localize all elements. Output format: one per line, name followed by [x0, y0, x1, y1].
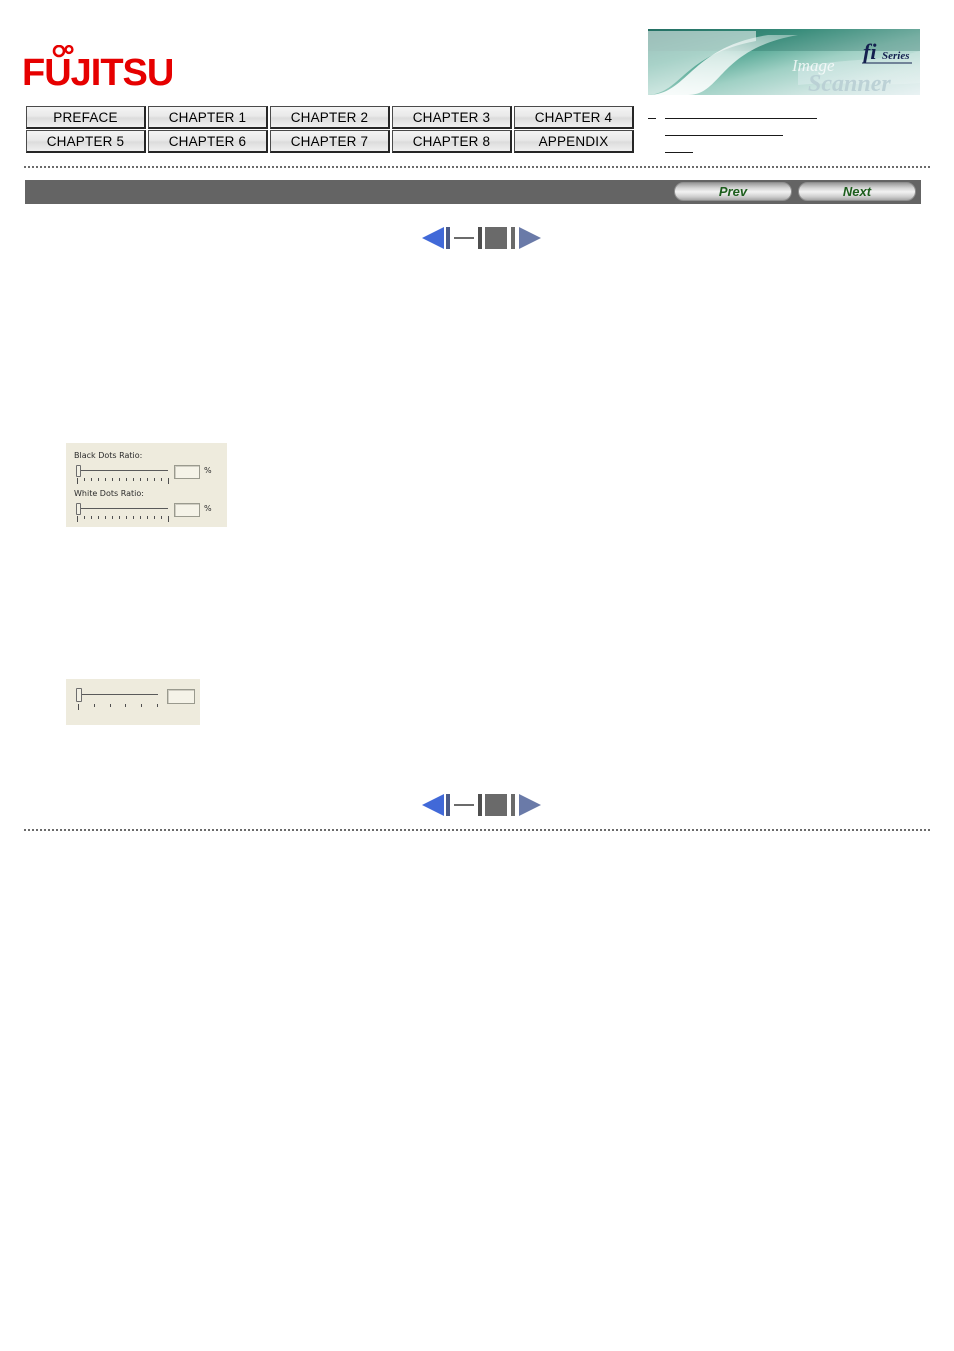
single-slider[interactable]	[75, 686, 161, 710]
tab-appendix[interactable]: APPENDIX	[514, 130, 634, 153]
slider-thumb[interactable]	[76, 503, 81, 515]
white-dots-ratio-label: White Dots Ratio:	[74, 489, 144, 498]
slider-track	[79, 470, 168, 471]
dotted-separator-bottom	[24, 829, 930, 831]
page-header: FUJITSU fi Series Image Scanner	[0, 0, 954, 100]
black-dots-ratio-group: Black Dots Ratio: %	[74, 451, 227, 485]
white-dots-ratio-input[interactable]	[174, 503, 200, 517]
slider-thumb[interactable]	[76, 688, 82, 702]
title-rule-dash	[648, 118, 656, 119]
tab-chapter-1[interactable]: CHAPTER 1	[148, 106, 268, 129]
svg-text:FUJITSU: FUJITSU	[22, 52, 173, 91]
slider-ticks	[77, 516, 169, 522]
svg-text:Scanner: Scanner	[808, 71, 891, 95]
pager-prev-triangle-icon	[422, 227, 444, 249]
fujitsu-logo: FUJITSU	[22, 45, 182, 91]
slider-ticks	[78, 704, 158, 710]
tab-chapter-2[interactable]: CHAPTER 2	[270, 106, 390, 129]
white-dots-ratio-unit: %	[204, 504, 212, 513]
black-dots-ratio-label: Black Dots Ratio:	[74, 451, 143, 460]
pager-next-triangle-icon	[519, 794, 541, 816]
title-rule-1	[665, 118, 817, 119]
tab-chapter-4[interactable]: CHAPTER 4	[514, 106, 634, 129]
pager-bar-2	[478, 794, 482, 816]
pager-current-block	[485, 227, 507, 249]
slider-track	[79, 508, 168, 509]
tab-chapter-3[interactable]: CHAPTER 3	[392, 106, 512, 129]
pager-bar-1	[446, 794, 450, 816]
tab-chapter-5[interactable]: CHAPTER 5	[26, 130, 146, 153]
svg-text:Series: Series	[882, 50, 910, 62]
figure-single-slider-dialog	[66, 679, 200, 725]
svg-text:fi: fi	[863, 39, 877, 64]
tab-chapter-6[interactable]: CHAPTER 6	[148, 130, 268, 153]
tab-chapter-8[interactable]: CHAPTER 8	[392, 130, 512, 153]
fi-series-banner: fi Series Image Scanner	[648, 29, 920, 95]
tab-preface[interactable]: PREFACE	[26, 106, 146, 129]
tab-row-1: PREFACE CHAPTER 1 CHAPTER 2 CHAPTER 3 CH…	[26, 106, 638, 129]
title-rules	[648, 104, 938, 154]
white-dots-ratio-slider[interactable]	[74, 501, 170, 523]
pager-bar-2	[478, 227, 482, 249]
chapter-tab-nav: PREFACE CHAPTER 1 CHAPTER 2 CHAPTER 3 CH…	[26, 106, 638, 153]
slider-thumb[interactable]	[76, 465, 81, 477]
pager-bar-1	[446, 227, 450, 249]
title-rule-2	[665, 135, 783, 136]
pager-prev-triangle-icon	[422, 794, 444, 816]
dotted-separator-top	[24, 166, 930, 168]
pager-next-triangle-icon	[519, 227, 541, 249]
page-pager-top	[412, 226, 552, 252]
slider-ticks	[77, 478, 169, 484]
white-dots-ratio-group: White Dots Ratio: %	[74, 489, 227, 523]
black-dots-ratio-unit: %	[204, 466, 212, 475]
pager-current-block	[485, 794, 507, 816]
single-slider-input[interactable]	[167, 689, 195, 704]
page-pager-bottom	[412, 793, 552, 819]
black-dots-ratio-input[interactable]	[174, 465, 200, 479]
prev-next-bar: Prev Next	[25, 180, 921, 204]
tab-chapter-7[interactable]: CHAPTER 7	[270, 130, 390, 153]
prev-button[interactable]: Prev	[674, 182, 792, 201]
next-button[interactable]: Next	[798, 182, 916, 201]
pager-bar-3	[511, 794, 515, 816]
slider-track	[80, 694, 158, 695]
pager-bar-3	[511, 227, 515, 249]
black-dots-ratio-slider[interactable]	[74, 463, 170, 485]
tab-row-2: CHAPTER 5 CHAPTER 6 CHAPTER 7 CHAPTER 8 …	[26, 130, 638, 153]
title-rule-3	[665, 152, 693, 153]
figure-dots-ratio-dialog: Black Dots Ratio: % White Dots Ratio: %	[66, 443, 227, 527]
